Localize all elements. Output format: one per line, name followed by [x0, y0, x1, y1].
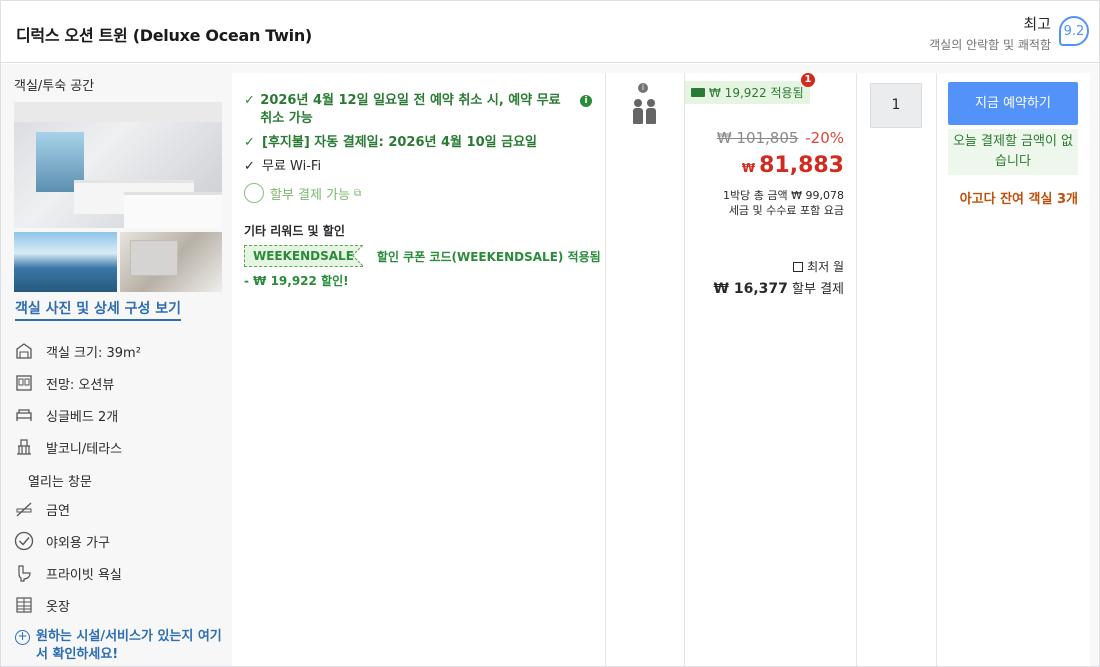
promo-code-tag: WEEKENDSALE: [244, 245, 363, 267]
booking-column: 지금 예약하기 오늘 결제할 금액이 없습니다 아고다 잔여 객실 3개: [937, 73, 1090, 666]
final-price: ₩ 81,883: [742, 153, 844, 178]
per-night-total: 1박당 총 금액 ₩ 99,078: [723, 189, 844, 202]
info-icon[interactable]: i: [580, 95, 592, 107]
monthly-installment-label[interactable]: 최저 월: [793, 258, 844, 275]
quantity-column: 1: [857, 73, 937, 666]
feature-label: 프라이빗 욕실: [46, 567, 122, 583]
original-price: ₩ 101,805: [716, 129, 799, 147]
free-cancel-text: 2026년 4월 12일 일요일 전 예약 취소 시, 예약 무료 취소 가능: [260, 93, 561, 126]
rating-subtitle: 객실의 안락함 및 쾌적함: [929, 38, 1051, 52]
monthly-installment-amount: ₩ 16,377 할부 결제: [714, 278, 844, 297]
promo-applied-text: 할인 쿠폰 코드(WEEKENDSALE) 적용됨: [376, 249, 601, 264]
monthly-label-text: 최저 월: [807, 260, 844, 274]
coupon-applied-badge[interactable]: ₩ 19,922 적용됨: [685, 81, 810, 104]
checkmark-icon: ✓: [244, 135, 255, 150]
occupancy-info-icon[interactable]: i: [638, 83, 648, 93]
wifi-text: 무료 Wi-Fi: [262, 159, 322, 174]
feature-label: 금연: [46, 503, 70, 519]
facility-inquiry-link[interactable]: + 원하는 시설/서비스가 있는지 여기서 확인하세요!: [15, 628, 226, 664]
no-smoking-icon: [14, 499, 34, 519]
ticket-icon: [691, 88, 705, 97]
rooms-left-urgency: 아고다 잔여 객실 3개: [959, 192, 1078, 207]
facility-inquiry-text: 원하는 시설/서비스가 있는지 여기서 확인하세요!: [36, 629, 222, 662]
feature-label: 싱글베드 2개: [46, 409, 119, 425]
checkmark-icon: ✓: [244, 159, 255, 174]
pay-today-note: 오늘 결제할 금액이 없습니다: [948, 129, 1078, 175]
book-now-button[interactable]: 지금 예약하기: [948, 82, 1078, 125]
feature-label: 야외용 가구: [46, 535, 110, 551]
checkmark-icon: ✓: [244, 93, 255, 108]
feature-label: 발코니/테라스: [46, 441, 123, 457]
rating: 최고 객실의 안락함 및 쾌적함 9.2: [929, 13, 1089, 53]
feature-view: 전망: 오션뷰: [14, 373, 114, 393]
feature-opening-window: 열리는 창문: [28, 475, 92, 490]
checkmark-circle-icon: [14, 531, 34, 551]
promo-row: WEEKENDSALE 할인 쿠폰 코드(WEEKENDSALE) 적용됨: [244, 245, 601, 267]
toilet-icon: [14, 563, 34, 583]
room-body: 객실/투숙 공간 객실 사진 및 상세 구성 보기 객실 크기: 39m² 전망…: [1, 64, 1099, 666]
room-title: 디럭스 오션 트윈 (Deluxe Ocean Twin): [16, 26, 312, 45]
feature-wardrobe: 옷장: [14, 595, 70, 615]
rating-word: 최고: [1023, 15, 1051, 33]
feature-balcony: 발코니/테라스: [14, 437, 122, 457]
original-price-row: ₩ 101,805 -20%: [717, 129, 844, 147]
room-size-icon: [14, 341, 34, 361]
feature-bed: 싱글베드 2개: [14, 405, 118, 425]
discount-percent: -20%: [805, 129, 844, 147]
room-main-photo[interactable]: [14, 102, 222, 228]
feature-room-size: 객실 크기: 39m²: [14, 341, 141, 361]
room-quantity-select[interactable]: 1: [870, 83, 922, 128]
feature-label: 전망: 오션뷰: [46, 377, 115, 393]
free-cancel-benefit: ✓ 2026년 4월 12일 일요일 전 예약 취소 시, 예약 무료 취소 가…: [244, 92, 574, 128]
wifi-benefit: ✓ 무료 Wi-Fi: [244, 158, 321, 176]
room-card: 디럭스 오션 트윈 (Deluxe Ocean Twin) 최고 객실의 안락함…: [0, 0, 1100, 667]
coupon-applied-text: ₩ 19,922 적용됨: [709, 86, 804, 100]
benefits-column: ✓ 2026년 4월 12일 일요일 전 예약 취소 시, 예약 무료 취소 가…: [232, 73, 606, 666]
notification-badge: 1: [801, 73, 815, 87]
feature-private-bathroom: 프라이빗 욕실: [14, 563, 122, 583]
window-view-icon: [14, 373, 34, 393]
room-photo-bathroom[interactable]: [120, 232, 222, 292]
feature-outdoor-furniture: 야외용 가구: [14, 531, 110, 551]
promo-discount: - ₩ 19,922 할인!: [244, 274, 349, 288]
room-photo-ocean[interactable]: [14, 232, 117, 292]
other-rewards-title: 기타 리워드 및 할인: [244, 224, 345, 238]
room-header: 디럭스 오션 트윈 (Deluxe Ocean Twin) 최고 객실의 안락함…: [1, 1, 1099, 63]
rating-score-badge: 9.2: [1059, 16, 1089, 46]
wardrobe-icon: [14, 595, 34, 615]
feature-label: 객실 크기: 39m²: [46, 345, 141, 361]
price-column: ₩ 19,922 적용됨 1 ₩ 101,805 -20% ₩ 81,883 1…: [685, 73, 857, 666]
tax-note: 세금 및 수수료 포함 요금: [728, 204, 844, 217]
room-info-panel: 객실/투숙 공간 객실 사진 및 상세 구성 보기 객실 크기: 39m² 전망…: [1, 64, 231, 666]
room-panel-title: 객실/투숙 공간: [14, 79, 95, 94]
occupancy-column: i: [606, 73, 685, 666]
installment-available[interactable]: 할부 결제 가능 ⧉: [244, 183, 361, 203]
bed-icon: [14, 405, 34, 425]
pay-later-benefit: ✓ [후지불] 자동 결제일: 2026년 4월 10일 금요일: [244, 134, 584, 152]
final-price-amount: 81,883: [759, 153, 844, 178]
person-icon: [646, 99, 656, 124]
plus-circle-icon: +: [15, 630, 30, 645]
person-icon: [633, 99, 643, 124]
monthly-amount: ₩ 16,377: [713, 281, 788, 297]
monthly-suffix: 할부 결제: [792, 282, 844, 297]
external-link-icon: [793, 261, 804, 272]
external-link-icon: ⧉: [354, 187, 362, 199]
feature-label: 옷장: [46, 599, 70, 615]
installment-text: 할부 결제 가능: [270, 187, 351, 203]
installment-icon: [244, 183, 264, 203]
currency-symbol: ₩: [741, 161, 756, 175]
balcony-icon: [14, 437, 34, 457]
room-photos-link[interactable]: 객실 사진 및 상세 구성 보기: [15, 298, 182, 321]
pay-later-text: [후지불] 자동 결제일: 2026년 4월 10일 금요일: [262, 135, 537, 150]
feature-no-smoking: 금연: [14, 499, 70, 519]
